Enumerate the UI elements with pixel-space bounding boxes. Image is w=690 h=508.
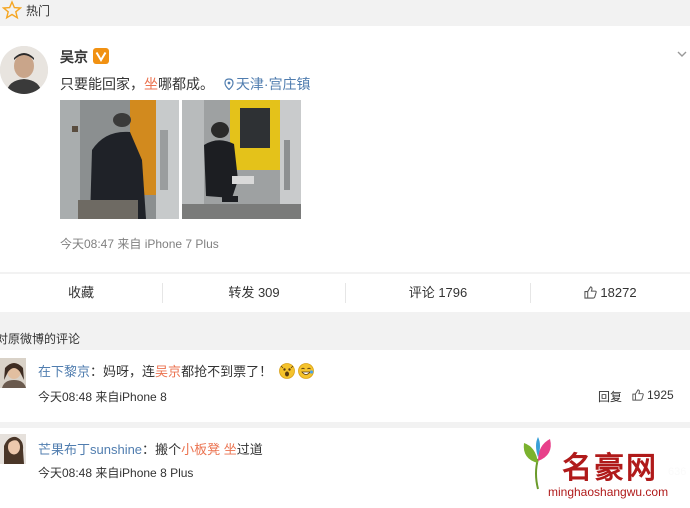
post-text-part: 只要能回家， — [60, 76, 144, 92]
hot-section-bar: 热门 — [0, 0, 690, 24]
weibo-post-card: 吴京 只要能回家，坐哪都成。 天津·宫庄镇 今天08:47 来自 iPhone … — [0, 26, 690, 272]
commenter-avatar[interactable] — [0, 358, 26, 388]
star-icon — [2, 0, 22, 20]
favorite-label: 收藏 — [67, 285, 94, 300]
thumbs-up-icon — [632, 389, 644, 401]
reply-button[interactable]: 回复 — [598, 388, 622, 405]
comment-sep: ： — [90, 364, 104, 379]
verified-v-icon — [93, 48, 109, 64]
commenter-name[interactable]: 在下黎京 — [38, 364, 90, 379]
location-city: 天津 — [235, 76, 264, 92]
comment-button[interactable]: 评论 1796 — [346, 274, 530, 312]
commenter-name[interactable]: 芒果布丁sunshine — [38, 442, 142, 457]
comment-text-part: 过道 — [236, 442, 263, 457]
post-photo-2[interactable] — [182, 100, 301, 219]
comment-keyword[interactable]: 坐 — [224, 442, 237, 457]
hot-label: 热门 — [26, 4, 51, 18]
location-place: 宫庄镇 — [268, 76, 311, 92]
post-text-highlight[interactable]: 坐 — [144, 76, 158, 92]
comment-sep: ： — [142, 442, 156, 457]
comment-timestamp: 今天08:48 来自iPhone 8 — [38, 390, 167, 404]
comment-text-part: 都抢不到票了！ — [181, 364, 273, 379]
comment-timestamp: 今天08:48 来自iPhone 8 Plus — [38, 466, 194, 480]
comment-item: 在下黎京：妈呀，连吴京都抢不到票了！ 今天08:48 来自iPhone 8 回复… — [0, 350, 690, 422]
location-link[interactable]: 天津·宫庄镇 — [224, 76, 311, 92]
chevron-down-icon[interactable] — [676, 48, 688, 60]
like-count: 18272 — [600, 285, 637, 300]
thumbs-up-icon — [584, 286, 598, 299]
avatar[interactable] — [0, 46, 48, 94]
comment-keyword[interactable]: 小板凳 — [181, 442, 220, 457]
post-timestamp: 今天08:47 来自 iPhone 7 Plus — [60, 237, 219, 251]
post-text-part: 哪都成。 — [158, 76, 214, 92]
comment-text: 在下黎京：妈呀，连吴京都抢不到票了！ — [38, 361, 314, 380]
post-action-bar: 收藏 转发 309 评论 1796 18272 — [0, 274, 690, 312]
shocked-face-emoji-icon — [278, 363, 295, 379]
comment-like-button[interactable]: 1925 — [632, 388, 674, 402]
comment-text: 芒果布丁sunshine：搬个小板凳 坐过道 — [38, 439, 263, 458]
comment-like-count: 1925 — [647, 388, 674, 402]
comment-text-part: 妈呀，连 — [103, 364, 156, 379]
location-pin-icon — [224, 78, 234, 90]
post-photo-1[interactable] — [60, 100, 179, 219]
watermark-url: minghaoshangwu.com — [548, 485, 669, 499]
post-text: 只要能回家，坐哪都成。 天津·宫庄镇 — [60, 74, 311, 94]
watermark-name: 名豪网 — [562, 451, 658, 486]
repost-button[interactable]: 转发 309 — [163, 274, 345, 312]
laughing-face-emoji-icon — [297, 363, 314, 379]
watermark-logo: 名豪网 minghaoshangwu.com — [510, 433, 690, 503]
like-button[interactable]: 18272 — [531, 274, 690, 312]
repost-label: 转发 309 — [228, 285, 280, 300]
comment-mention[interactable]: 吴京 — [155, 364, 181, 379]
comment-label: 评论 1796 — [408, 285, 468, 300]
comments-section-title: 对原微博的评论 — [0, 332, 81, 346]
comment-text-part: 搬个 — [155, 442, 182, 457]
favorite-button[interactable]: 收藏 — [0, 274, 162, 312]
leaf-logo-icon — [523, 437, 551, 490]
commenter-avatar[interactable] — [0, 434, 26, 464]
post-username[interactable]: 吴京 — [60, 47, 88, 67]
